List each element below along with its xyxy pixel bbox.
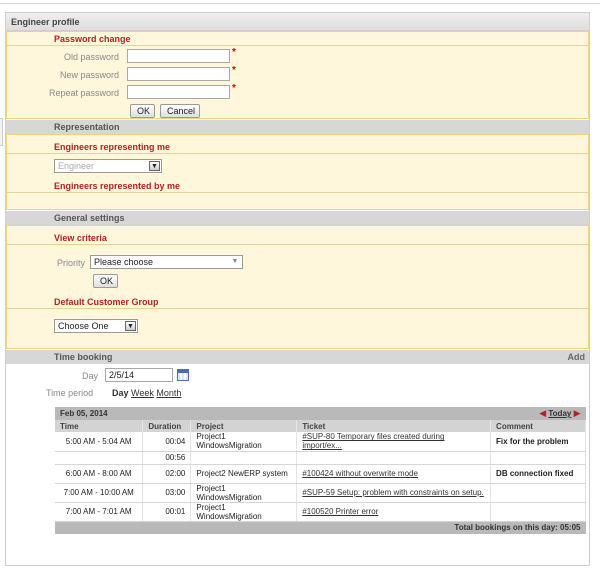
new-password-input[interactable] [127, 67, 230, 81]
general-settings-header: General settings [6, 211, 589, 225]
side-tab-handle[interactable] [0, 118, 3, 146]
password-change-section: Password change Old password * New passw… [6, 31, 589, 119]
row-comment: DB connection fixed [490, 464, 586, 484]
engineer-select[interactable]: Engineer ▼ [54, 159, 162, 173]
representation-header: Representation [6, 120, 589, 134]
chevron-down-icon: ▼ [231, 258, 239, 265]
row-project: Project2 NewERP system [190, 464, 298, 484]
required-mark: * [232, 65, 236, 76]
time-booking-table: Feb 05, 2014 ◀ Today ▶ Time Duration Pro… [55, 407, 586, 534]
column-header-time: Time [55, 420, 144, 432]
column-header-project: Project [190, 420, 298, 432]
row-duration: 00:56 [142, 451, 192, 465]
table-row[interactable]: 7:00 AM - 10:00 AM 03:00 Project1 Window… [55, 483, 586, 503]
view-criteria-ok-button[interactable]: OK [93, 274, 118, 288]
row-project: Project1 WindowsMigration [190, 502, 298, 522]
customer-group-select[interactable]: Choose One ▼ [54, 319, 138, 333]
period-day-option[interactable]: Day [112, 388, 129, 398]
required-mark: * [232, 47, 236, 58]
time-period-options: Day Week Month [112, 388, 181, 398]
arrow-left-icon[interactable]: ◀ [539, 408, 546, 418]
row-duration: 00:01 [142, 502, 192, 522]
row-comment [490, 451, 586, 465]
row-time: 7:00 AM - 10:00 AM [55, 483, 144, 503]
table-row[interactable]: 5:00 AM - 5:04 AM 00:04 Project1 Windows… [55, 432, 586, 452]
default-customer-group-header: Default Customer Group [7, 295, 588, 309]
chevron-down-icon: ▼ [149, 161, 160, 171]
priority-select-value: Please choose [94, 257, 154, 267]
time-booking-title: Time booking [54, 352, 113, 362]
row-comment [490, 502, 586, 522]
new-password-label: New password [59, 70, 119, 80]
row-ticket-link[interactable]: #100424 without overwrite mode [302, 469, 418, 478]
period-month-link[interactable]: Month [156, 388, 181, 398]
day-label: Day [81, 371, 98, 381]
old-password-label: Old password [63, 52, 119, 62]
row-project: Project1 WindowsMigration [190, 432, 298, 452]
calendar-icon[interactable] [177, 369, 189, 381]
priority-select[interactable]: Please choose ▼ [90, 255, 243, 269]
page: Engineer profile Password change Old pas… [0, 0, 600, 573]
total-bookings: Total bookings on this day: 05:05 [55, 521, 586, 534]
date-header: Feb 05, 2014 [55, 407, 297, 420]
day-input[interactable] [105, 368, 173, 382]
general-settings-section: View criteria Priority Please choose ▼ O… [6, 225, 589, 349]
column-header-comment: Comment [490, 420, 586, 432]
row-ticket-link[interactable]: #SUP-59 Setup: problem with constraints … [302, 488, 483, 497]
row-comment: Fix for the problem [490, 432, 586, 452]
row-time: 5:00 AM - 5:04 AM [55, 432, 144, 452]
add-booking-button[interactable]: Add [568, 350, 586, 364]
engineer-select-value: Engineer [58, 161, 95, 171]
priority-label: Priority [56, 258, 85, 268]
table-row[interactable]: 00:56 [55, 451, 586, 465]
row-time: 7:00 AM - 7:01 AM [55, 502, 144, 522]
repeat-password-input[interactable] [127, 85, 230, 99]
repeat-password-label: Repeat password [48, 88, 119, 98]
password-cancel-button[interactable]: Cancel [160, 104, 200, 118]
total-row: Total bookings on this day: 05:05 [55, 521, 586, 534]
time-booking-header: Time booking Add [6, 350, 589, 364]
representation-section: Engineers representing me Engineer ▼ Eng… [6, 134, 589, 210]
row-ticket-link[interactable]: #SUP-80 Temporary files created during i… [302, 432, 444, 450]
row-duration: 02:00 [142, 464, 192, 484]
row-comment [490, 483, 586, 503]
engineer-profile-panel: Engineer profile Password change Old pas… [5, 12, 590, 566]
today-link[interactable]: Today [548, 409, 571, 418]
password-change-header: Password change [7, 32, 588, 46]
table-row[interactable]: 7:00 AM - 7:01 AM 00:01 Project1 Windows… [55, 502, 586, 522]
date-header-row: Feb 05, 2014 ◀ Today ▶ [55, 407, 586, 420]
date-navigation: ◀ Today ▶ [296, 407, 586, 420]
engineers-representing-me-header: Engineers representing me [7, 140, 588, 154]
row-duration: 03:00 [142, 483, 192, 503]
row-project [190, 451, 298, 465]
period-week-link[interactable]: Week [131, 388, 154, 398]
customer-group-select-value: Choose One [58, 321, 109, 331]
row-duration: 00:04 [142, 432, 192, 452]
chevron-down-icon: ▼ [125, 321, 136, 331]
panel-title: Engineer profile [6, 13, 589, 31]
row-time: 6:00 AM - 8:00 AM [55, 464, 144, 484]
old-password-input[interactable] [127, 49, 230, 63]
time-period-label: Time period [46, 388, 94, 398]
row-project: Project1 WindowsMigration [190, 483, 298, 503]
column-header-ticket: Ticket [296, 420, 492, 432]
column-header-duration: Duration [142, 420, 192, 432]
top-divider [0, 3, 600, 4]
password-ok-button[interactable]: OK [130, 104, 155, 118]
table-row[interactable]: 6:00 AM - 8:00 AM 02:00 Project2 NewERP … [55, 464, 586, 484]
row-time [55, 451, 144, 465]
engineers-represented-by-me-header: Engineers represented by me [7, 179, 588, 193]
row-ticket-link[interactable]: #100520 Printer error [302, 507, 378, 516]
arrow-right-icon[interactable]: ▶ [574, 408, 581, 418]
required-mark: * [232, 83, 236, 94]
view-criteria-header: View criteria [7, 231, 588, 245]
column-header-row: Time Duration Project Ticket Comment [55, 420, 586, 432]
